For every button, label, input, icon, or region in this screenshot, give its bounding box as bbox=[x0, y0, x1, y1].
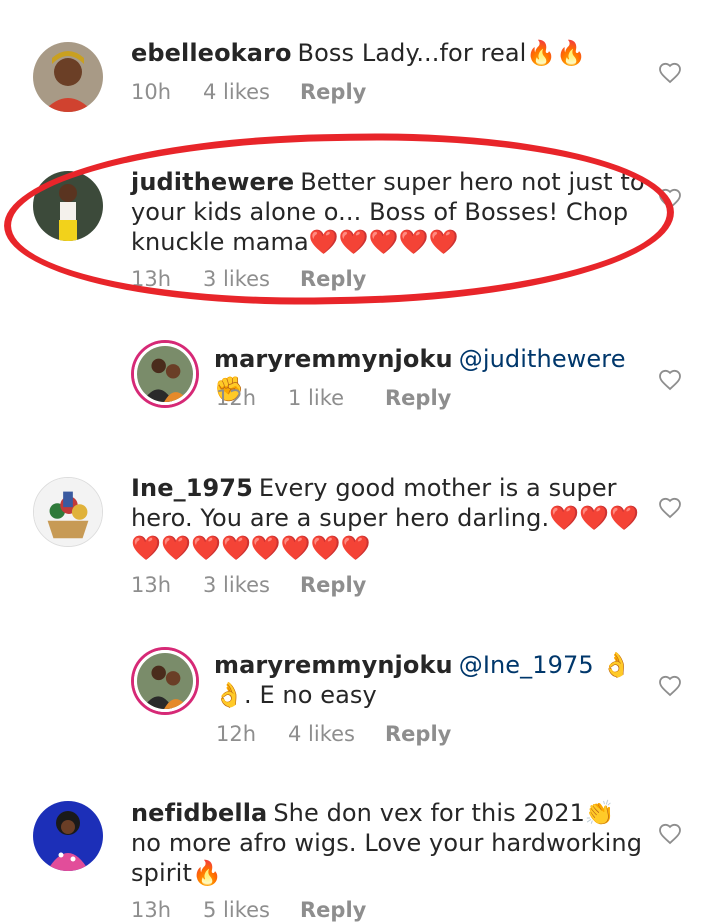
comment-time: 13h bbox=[131, 898, 172, 922]
comment-meta: 12h 4 likes Reply bbox=[216, 722, 451, 746]
heart-outline-icon[interactable] bbox=[658, 61, 682, 85]
avatar[interactable] bbox=[134, 343, 196, 405]
comment-likes[interactable]: 4 likes bbox=[288, 722, 385, 746]
mention-link[interactable]: @judithewere bbox=[459, 345, 626, 373]
reply-button[interactable]: Reply bbox=[300, 573, 366, 597]
comment-meta: 13h 3 likes Reply bbox=[131, 267, 366, 291]
comment-likes[interactable]: 1 like bbox=[288, 386, 385, 410]
comment-text: Ine_1975 Every good mother is a super her… bbox=[131, 473, 651, 563]
comment-body: Boss Lady...for real🔥🔥 bbox=[297, 39, 587, 67]
comment-text: maryremmynjoku @Ine_1975 👌👌. E no easy bbox=[214, 650, 634, 710]
comment-username[interactable]: judithewere bbox=[131, 168, 294, 196]
avatar[interactable] bbox=[33, 801, 103, 871]
comment-username[interactable]: ebelleokaro bbox=[131, 39, 292, 67]
heart-outline-icon[interactable] bbox=[658, 674, 682, 698]
comment-username[interactable]: Ine_1975 bbox=[131, 474, 253, 502]
reply-button[interactable]: Reply bbox=[385, 722, 451, 746]
heart-outline-icon[interactable] bbox=[658, 822, 682, 846]
comment-username[interactable]: maryremmynjoku bbox=[214, 651, 453, 679]
comment-time: 13h bbox=[131, 267, 172, 291]
comment-text: nefidbella She don vex for this 2021👏 no … bbox=[131, 798, 651, 888]
reply-button[interactable]: Reply bbox=[385, 386, 451, 410]
comment-likes[interactable]: 4 likes bbox=[203, 80, 300, 104]
comment-meta: 13h 5 likes Reply bbox=[131, 898, 366, 922]
reply-button[interactable]: Reply bbox=[300, 898, 366, 922]
reply-button[interactable]: Reply bbox=[300, 80, 366, 104]
comment-meta: 12h 1 like Reply bbox=[216, 386, 451, 410]
avatar[interactable] bbox=[134, 650, 196, 712]
comment-username[interactable]: maryremmynjoku bbox=[214, 345, 453, 373]
heart-outline-icon[interactable] bbox=[658, 368, 682, 392]
heart-outline-icon[interactable] bbox=[658, 187, 682, 211]
avatar[interactable] bbox=[33, 171, 103, 241]
comment-text: ebelleokaro Boss Lady...for real🔥🔥 bbox=[131, 38, 651, 68]
comment-text: judithewere Better super hero not just to… bbox=[131, 167, 651, 257]
comment-time: 13h bbox=[131, 573, 172, 597]
avatar[interactable] bbox=[33, 42, 103, 112]
comment-likes[interactable]: 3 likes bbox=[203, 267, 300, 291]
avatar[interactable] bbox=[33, 477, 103, 547]
comment-meta: 13h 3 likes Reply bbox=[131, 573, 366, 597]
comment-username[interactable]: nefidbella bbox=[131, 799, 267, 827]
comment-time: 12h bbox=[216, 386, 257, 410]
heart-outline-icon[interactable] bbox=[658, 496, 682, 520]
comment-time: 10h bbox=[131, 80, 172, 104]
mention-link[interactable]: @Ine_1975 bbox=[459, 651, 594, 679]
comment-likes[interactable]: 5 likes bbox=[203, 898, 300, 922]
comment-time: 12h bbox=[216, 722, 257, 746]
comment-meta: 10h 4 likes Reply bbox=[131, 80, 366, 104]
reply-button[interactable]: Reply bbox=[300, 267, 366, 291]
comment-likes[interactable]: 3 likes bbox=[203, 573, 300, 597]
